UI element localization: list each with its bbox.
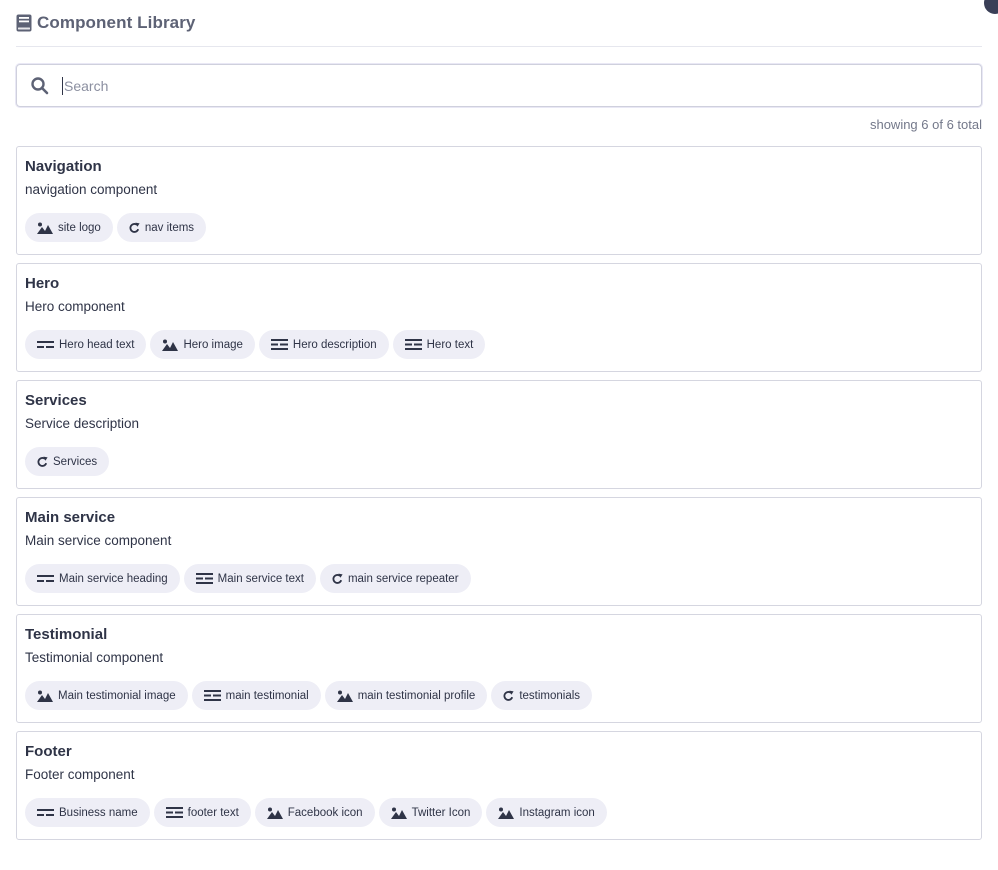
component-card[interactable]: Services Service description Services <box>16 380 982 489</box>
image-icon <box>37 690 53 702</box>
text-line-icon <box>37 808 54 817</box>
component-description: navigation component <box>25 182 158 197</box>
field-chip[interactable]: main testimonial <box>191 681 321 710</box>
field-chip[interactable]: footer text <box>153 798 251 827</box>
component-card[interactable]: Hero Hero component Hero head text Hero ima… <box>16 263 982 372</box>
field-chip[interactable]: Services <box>25 447 110 476</box>
field-chip[interactable]: Business name <box>25 798 150 827</box>
component-title: Navigation <box>25 158 102 175</box>
field-chip[interactable]: main service repeater <box>319 564 471 593</box>
image-icon <box>37 222 53 234</box>
component-title: Hero <box>25 275 60 292</box>
field-chip[interactable]: nav items <box>116 213 207 242</box>
field-chip[interactable]: Instagram icon <box>486 798 607 827</box>
paragraph-icon <box>165 807 183 818</box>
repeat-icon <box>129 222 140 234</box>
search-box[interactable] <box>16 64 982 107</box>
field-chip[interactable]: main testimonial profile <box>324 681 488 710</box>
page-title: Component Library <box>37 13 196 32</box>
component-title: Services <box>25 392 87 409</box>
field-chip[interactable]: Main service text <box>183 564 316 593</box>
field-chip[interactable]: Main testimonial image <box>25 681 188 710</box>
field-chip[interactable]: Hero image <box>150 330 255 359</box>
field-chip-label: Hero image <box>183 338 243 351</box>
field-chip-label: main testimonial profile <box>357 689 476 702</box>
repeat-icon <box>332 573 343 585</box>
results-count: showing 6 of 6 total <box>869 117 982 132</box>
image-icon <box>390 807 407 819</box>
component-description: Testimonial component <box>25 650 164 665</box>
field-chip-label: Services <box>53 455 98 468</box>
field-chip-label: Business name <box>59 806 138 819</box>
search-icon <box>30 76 50 96</box>
field-chip-label: Hero description <box>292 338 377 351</box>
paragraph-icon <box>404 339 422 350</box>
field-chip-label: Facebook icon <box>287 806 363 819</box>
field-chip[interactable]: Hero text <box>392 330 486 359</box>
component-card[interactable]: Testimonial Testimonial component Main tes… <box>16 614 982 723</box>
paragraph-icon <box>203 690 221 701</box>
field-chip-list: Main testimonial image main testimonial ma… <box>25 681 973 710</box>
field-chip-label: Main service text <box>217 572 304 585</box>
field-chip[interactable]: Main service heading <box>25 564 180 593</box>
field-chip[interactable]: testimonials <box>491 681 593 710</box>
field-chip-label: Hero text <box>426 338 474 351</box>
book-icon <box>16 14 32 32</box>
component-title: Main service <box>25 509 116 526</box>
field-chip-label: nav items <box>144 221 195 234</box>
field-chip[interactable]: Hero description <box>258 330 389 359</box>
field-chip-label: site logo <box>58 221 101 234</box>
component-card[interactable]: Navigation navigation component site logo n… <box>16 146 982 255</box>
component-library-modal: Component Library showing 6 of 6 total N… <box>0 0 998 870</box>
image-icon <box>498 807 515 819</box>
text-line-icon <box>37 574 54 583</box>
field-chip-label: footer text <box>187 806 239 819</box>
field-chip-label: Main testimonial image <box>58 689 176 702</box>
paragraph-icon <box>270 339 288 350</box>
field-chip-label: main testimonial <box>225 689 309 702</box>
field-chip-list: site logo nav items <box>25 213 973 242</box>
component-description: Footer component <box>25 767 135 782</box>
search-input[interactable] <box>62 76 981 95</box>
component-description: Hero component <box>25 299 125 314</box>
field-chip[interactable]: Twitter Icon <box>378 798 483 827</box>
field-chip-list: Hero head text Hero image Hero description… <box>25 330 973 359</box>
component-description: Main service component <box>25 533 172 548</box>
component-list: Navigation navigation component site logo n… <box>16 146 982 840</box>
component-card[interactable]: Footer Footer component Business name foote… <box>16 731 982 840</box>
field-chip[interactable]: site logo <box>25 213 113 242</box>
component-title: Testimonial <box>25 626 108 643</box>
component-description: Service description <box>25 416 140 431</box>
paragraph-icon <box>195 573 213 584</box>
component-title: Footer <box>25 743 72 760</box>
field-chip-label: main service repeater <box>347 572 459 585</box>
field-chip-label: Instagram icon <box>519 806 595 819</box>
image-icon <box>162 339 179 351</box>
image-icon <box>336 690 353 702</box>
text-line-icon <box>37 340 54 349</box>
modal-header: Component Library <box>16 0 982 47</box>
field-chip-list: Business name footer text Facebook icon Twi… <box>25 798 973 827</box>
component-card[interactable]: Main service Main service component Main s… <box>16 497 982 606</box>
repeat-icon <box>503 690 514 702</box>
image-icon <box>266 807 283 819</box>
field-chip-label: testimonials <box>519 689 581 702</box>
field-chip-label: Hero head text <box>59 338 135 351</box>
field-chip-list: Main service heading Main service text mai… <box>25 564 973 593</box>
field-chip[interactable]: Hero head text <box>25 330 147 359</box>
field-chip-label: Twitter Icon <box>411 806 471 819</box>
field-chip[interactable]: Facebook icon <box>254 798 375 827</box>
close-icon[interactable] <box>984 0 998 14</box>
repeat-icon <box>37 456 48 468</box>
field-chip-list: Services <box>25 447 973 476</box>
field-chip-label: Main service heading <box>59 572 168 585</box>
